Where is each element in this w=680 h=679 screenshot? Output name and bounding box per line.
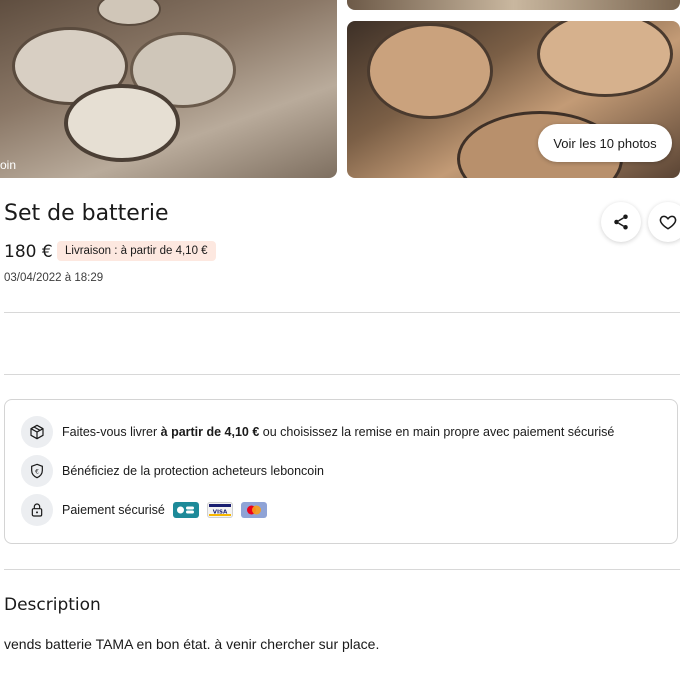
shield-euro-icon: € [21, 455, 53, 487]
price: 180 € [4, 242, 53, 262]
delivery-info-text: Faites-vous livrer à partir de 4,10 € ou… [62, 425, 615, 439]
favorite-button[interactable] [648, 202, 680, 242]
photo-watermark: oin [0, 158, 17, 172]
divider [4, 374, 680, 375]
package-icon [21, 416, 53, 448]
drum-shape [64, 84, 180, 162]
protection-info-row: € Bénéficiez de la protection acheteurs … [21, 455, 324, 487]
drum-shape [367, 23, 493, 119]
buyer-info-box: Faites-vous livrer à partir de 4,10 € ou… [4, 399, 678, 544]
secondary-photo[interactable] [347, 0, 680, 10]
protection-info-text: Bénéficiez de la protection acheteurs le… [62, 464, 324, 478]
divider [4, 312, 680, 313]
payment-info-text: Paiement sécurisé [62, 503, 165, 517]
svg-text:€: € [35, 468, 39, 475]
ad-title: Set de batterie [4, 201, 169, 226]
description-text: vends batterie TAMA en bon état. à venir… [4, 636, 380, 652]
secondary-photo[interactable]: Voir les 10 photos [347, 21, 680, 178]
drum-shape [537, 21, 673, 97]
payment-info-row: Paiement sécurisé VISA [21, 494, 267, 526]
lock-icon [21, 494, 53, 526]
heart-icon [659, 215, 677, 230]
delivery-badge: Livraison : à partir de 4,10 € [57, 241, 216, 261]
view-photos-button[interactable]: Voir les 10 photos [538, 124, 672, 162]
share-icon [614, 214, 628, 230]
visa-card-icon: VISA [206, 502, 233, 518]
divider [4, 569, 680, 570]
cb-card-icon [172, 502, 199, 518]
mastercard-card-icon [240, 502, 267, 518]
publication-date: 03/04/2022 à 18:29 [4, 272, 104, 284]
drum-shape [97, 0, 161, 26]
share-button[interactable] [601, 202, 641, 242]
delivery-info-row: Faites-vous livrer à partir de 4,10 € ou… [21, 416, 614, 448]
description-title: Description [4, 595, 101, 615]
main-photo[interactable] [0, 0, 337, 178]
